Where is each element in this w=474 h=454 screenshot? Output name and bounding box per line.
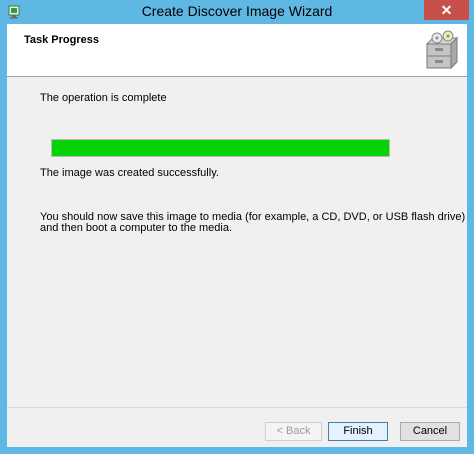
wizard-header: Task Progress bbox=[7, 24, 467, 77]
button-divider bbox=[7, 407, 467, 408]
back-button[interactable]: < Back bbox=[265, 422, 322, 441]
title-bar[interactable]: Create Discover Image Wizard ✕ bbox=[0, 0, 474, 24]
close-button[interactable]: ✕ bbox=[424, 0, 469, 20]
result-text: The image was created successfully. bbox=[40, 167, 219, 179]
wizard-body: Task Progress The operation is complete bbox=[7, 24, 467, 447]
wizard-window: Create Discover Image Wizard ✕ Task Prog… bbox=[0, 0, 474, 454]
progress-bar bbox=[51, 139, 390, 157]
file-cabinet-icon bbox=[421, 30, 461, 70]
window-title: Create Discover Image Wizard bbox=[141, 3, 333, 19]
finish-button[interactable]: Finish bbox=[328, 422, 388, 441]
close-icon: ✕ bbox=[440, 2, 453, 18]
page-title: Task Progress bbox=[24, 34, 100, 46]
status-text: The operation is complete bbox=[40, 92, 167, 104]
progress-bar-fill bbox=[52, 140, 389, 156]
instruction-line-2: and then boot a computer to the media. bbox=[40, 222, 233, 234]
cancel-button[interactable]: Cancel bbox=[400, 422, 460, 441]
